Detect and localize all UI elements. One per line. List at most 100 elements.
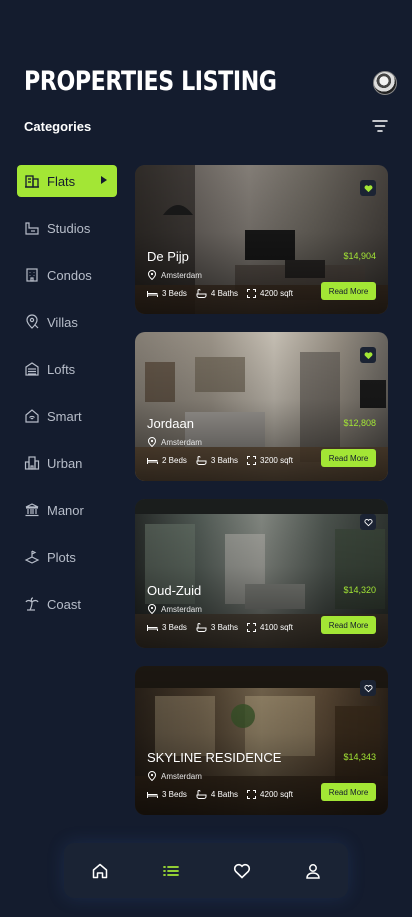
category-label: Manor (47, 502, 84, 518)
nav-home[interactable] (80, 851, 120, 891)
nav-listings[interactable] (151, 851, 191, 891)
category-label: Studios (47, 220, 91, 236)
plot-icon (24, 549, 40, 565)
area-icon (247, 790, 257, 799)
palm-tree-icon (24, 596, 40, 612)
heart-filled-icon (364, 184, 372, 192)
favorite-button[interactable] (360, 680, 376, 696)
property-features: 3 Beds 4 Baths 4200 sqft (147, 790, 302, 799)
nav-favorites[interactable] (222, 851, 262, 891)
bed-icon (147, 290, 158, 297)
category-item-coast[interactable]: Coast (17, 588, 117, 620)
category-item-plots[interactable]: Plots (17, 541, 117, 573)
property-price: $12,808 (343, 418, 376, 428)
property-location: Amsterdam (147, 604, 202, 614)
property-name: De Pijp (147, 249, 189, 264)
area-feature: 4200 sqft (247, 289, 293, 298)
manor-icon (24, 502, 40, 518)
category-item-condos[interactable]: Condos (17, 259, 117, 291)
category-item-manor[interactable]: Manor (17, 494, 117, 526)
beds-feature: 3 Beds (147, 289, 187, 298)
category-label: Flats (47, 173, 76, 189)
avatar[interactable] (373, 71, 397, 95)
bath-icon (196, 623, 207, 632)
property-price: $14,343 (343, 752, 376, 762)
area-feature: 3200 sqft (247, 456, 293, 465)
area-icon (247, 623, 257, 632)
beds-feature: 2 Beds (147, 456, 187, 465)
favorite-button[interactable] (360, 514, 376, 530)
list-icon (162, 865, 179, 876)
property-name: Oud-Zuid (147, 583, 202, 598)
read-more-button[interactable]: Read More (321, 282, 376, 300)
area-icon (247, 456, 257, 465)
bottom-nav (64, 843, 348, 898)
beds-feature: 3 Beds (147, 623, 187, 632)
read-more-button[interactable]: Read More (321, 616, 376, 634)
property-name: SKYLINE RESIDENCE (147, 750, 282, 765)
baths-feature: 4 Baths (196, 289, 238, 298)
category-label: Villas (47, 314, 78, 330)
property-card[interactable]: Oud-Zuid $14,320 Amsterdam 3 Beds 3 Bath… (135, 499, 388, 648)
location-pin-icon (147, 604, 157, 614)
category-item-smart[interactable]: Smart (17, 400, 117, 432)
property-price: $14,904 (343, 251, 376, 261)
page-title: PROPERTIES LISTING (24, 66, 277, 97)
profile-icon (305, 863, 320, 879)
baths-feature: 3 Baths (196, 623, 238, 632)
category-label: Coast (47, 596, 81, 612)
baths-feature: 3 Baths (196, 456, 238, 465)
property-location: Amsterdam (147, 771, 202, 781)
urban-icon (24, 455, 40, 471)
category-label: Plots (47, 549, 76, 565)
category-sidebar: Flats Studios Condos Villas Lofts Smart (17, 165, 117, 635)
category-label: Lofts (47, 361, 76, 377)
property-location: Amsterdam (147, 437, 202, 447)
property-price: $14,320 (343, 585, 376, 595)
location-pin-icon (147, 771, 157, 781)
bed-icon (147, 791, 158, 798)
property-name: Jordaan (147, 416, 194, 431)
area-icon (247, 289, 257, 298)
property-list: De Pijp $14,904 Amsterdam 3 Beds 4 Baths… (135, 165, 388, 833)
property-location: Amsterdam (147, 270, 202, 280)
area-feature: 4100 sqft (247, 623, 293, 632)
heart-outline-icon (363, 684, 373, 692)
studio-icon (24, 220, 40, 236)
categories-heading: Categories (24, 119, 92, 134)
bath-icon (196, 456, 207, 465)
building-icon (24, 173, 40, 189)
favorite-button[interactable] (360, 347, 376, 363)
filter-icon[interactable] (370, 117, 390, 135)
category-item-lofts[interactable]: Lofts (17, 353, 117, 385)
read-more-button[interactable]: Read More (321, 783, 376, 801)
baths-feature: 4 Baths (196, 790, 238, 799)
category-item-villas[interactable]: Villas (17, 306, 117, 338)
category-label: Condos (47, 267, 92, 283)
bed-icon (147, 624, 158, 631)
property-card[interactable]: Jordaan $12,808 Amsterdam 2 Beds 3 Baths… (135, 332, 388, 481)
chevron-right-icon (101, 176, 107, 184)
heart-icon (233, 863, 250, 879)
location-pin-icon (147, 270, 157, 280)
smart-home-icon (24, 408, 40, 424)
category-item-studios[interactable]: Studios (17, 212, 117, 244)
read-more-button[interactable]: Read More (321, 449, 376, 467)
area-feature: 4200 sqft (247, 790, 293, 799)
heart-outline-icon (363, 518, 373, 526)
property-card[interactable]: SKYLINE RESIDENCE $14,343 Amsterdam 3 Be… (135, 666, 388, 815)
condo-icon (24, 267, 40, 283)
loft-icon (24, 361, 40, 377)
bed-icon (147, 457, 158, 464)
category-item-flats[interactable]: Flats (17, 165, 117, 197)
beds-feature: 3 Beds (147, 790, 187, 799)
property-card[interactable]: De Pijp $14,904 Amsterdam 3 Beds 4 Baths… (135, 165, 388, 314)
property-features: 3 Beds 3 Baths 4100 sqft (147, 623, 302, 632)
heart-filled-icon (364, 351, 372, 359)
favorite-button[interactable] (360, 180, 376, 196)
category-item-urban[interactable]: Urban (17, 447, 117, 479)
property-features: 2 Beds 3 Baths 3200 sqft (147, 456, 302, 465)
property-features: 3 Beds 4 Baths 4200 sqft (147, 289, 302, 298)
location-pin-icon (147, 437, 157, 447)
nav-profile[interactable] (293, 851, 333, 891)
